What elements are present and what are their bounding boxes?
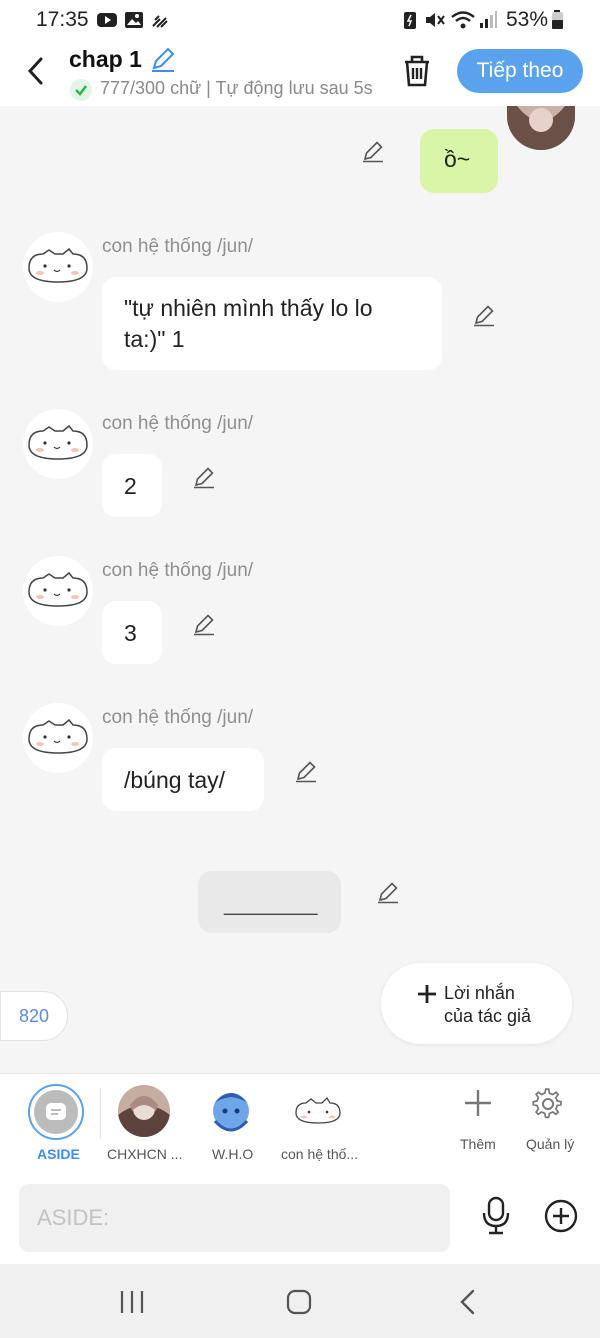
character-avatar-image	[213, 1093, 249, 1132]
plus-icon	[465, 1090, 491, 1116]
sender-name: con hệ thống /jun/	[102, 413, 254, 434]
microphone-icon[interactable]	[480, 1196, 512, 1236]
cat-avatar-icon	[28, 247, 88, 283]
message-line: ta:)" 1	[124, 326, 185, 352]
cat-avatar-icon	[28, 424, 88, 460]
divider	[100, 1088, 101, 1138]
status-time: 17:35	[36, 8, 89, 31]
character-chxhcn[interactable]	[118, 1085, 170, 1137]
saved-check-icon	[70, 79, 92, 101]
gallery-icon	[125, 12, 143, 28]
message-bubble[interactable]: 3	[102, 601, 162, 664]
sender-avatar	[23, 232, 93, 302]
author-note-label-2: của tác giả	[444, 1006, 532, 1026]
cat-avatar-icon	[295, 1096, 341, 1124]
aside-message[interactable]: ________	[198, 871, 341, 933]
character-label: con hệ thố...	[281, 1146, 359, 1162]
outgoing-message[interactable]: ồ~	[420, 129, 498, 193]
status-bar: 17:35 53%	[0, 0, 600, 40]
add-label: Thêm	[460, 1136, 496, 1152]
recent-apps-icon[interactable]	[118, 1288, 146, 1316]
trash-icon[interactable]	[402, 54, 432, 88]
cat-avatar-icon	[28, 571, 88, 607]
mute-icon	[426, 13, 445, 27]
cat-avatar-icon	[28, 718, 88, 754]
edit-title-icon[interactable]	[149, 47, 177, 73]
sender-name: con hệ thống /jun/	[102, 236, 254, 257]
composer-bar	[0, 1174, 600, 1264]
character-aside[interactable]	[28, 1084, 84, 1140]
gear-icon	[532, 1088, 562, 1119]
author-note-button[interactable]: Lời nhắn của tác giả	[381, 963, 572, 1044]
battery-percent: 53%	[505, 8, 548, 31]
home-icon[interactable]	[285, 1288, 313, 1316]
plus-icon	[418, 985, 436, 1003]
author-note-label: Lời nhắn	[444, 983, 515, 1003]
manage-characters-button[interactable]: Quản lý	[520, 1086, 580, 1166]
edit-message-icon[interactable]	[192, 465, 216, 489]
edit-message-icon[interactable]	[294, 759, 318, 783]
word-count-badge[interactable]: 820	[0, 991, 68, 1041]
youtube-icon	[97, 13, 117, 27]
sender-name: con hệ thống /jun/	[102, 707, 254, 728]
chapter-title[interactable]: chap 1	[69, 46, 142, 73]
character-label: W.H.O	[212, 1146, 254, 1162]
next-button[interactable]: Tiếp theo	[457, 49, 583, 93]
signal-icon	[480, 11, 497, 28]
edit-message-icon[interactable]	[472, 303, 496, 327]
wifi-icon	[451, 11, 475, 29]
system-nav-bar	[0, 1264, 600, 1338]
sender-avatar	[23, 703, 93, 773]
character-who[interactable]	[205, 1085, 257, 1137]
word-count-autosave: 777/300 chữ | Tự động lưu sau 5s	[100, 78, 373, 98]
sender-name: con hệ thống /jun/	[102, 560, 254, 581]
aside-icon	[46, 1103, 66, 1120]
sender-avatar	[23, 556, 93, 626]
edit-message-icon[interactable]	[192, 612, 216, 636]
character-label: CHXHCN ...	[107, 1146, 183, 1162]
message-input[interactable]	[19, 1184, 450, 1252]
message-bubble[interactable]: /búng tay/	[102, 748, 264, 811]
message-bubble[interactable]: "tự nhiên mình thấy lo lo ta:)" 1	[102, 277, 442, 370]
back-icon[interactable]	[24, 56, 46, 86]
battery-saver-icon	[404, 12, 416, 29]
character-avatar	[507, 106, 575, 150]
character-label: ASIDE	[37, 1146, 80, 1162]
editor-header: chap 1 777/300 chữ | Tự động lưu sau 5s …	[0, 40, 600, 106]
character-bar: ASIDE CHXHCN ... W.H.O con hệ thố... Thê…	[0, 1073, 600, 1175]
battery-icon	[552, 10, 563, 29]
character-avatar-image	[118, 1085, 170, 1137]
add-circle-icon[interactable]	[544, 1199, 578, 1233]
manage-label: Quản lý	[526, 1136, 575, 1152]
character-con-he-thong[interactable]	[292, 1085, 344, 1137]
message-bubble[interactable]: 2	[102, 454, 162, 517]
nav-back-icon[interactable]	[455, 1288, 481, 1316]
sender-avatar	[23, 409, 93, 479]
edit-message-icon[interactable]	[376, 880, 400, 904]
edit-message-icon[interactable]	[361, 139, 385, 163]
add-character-button[interactable]: Thêm	[455, 1086, 501, 1166]
message-line: "tự nhiên mình thấy lo lo	[124, 295, 373, 321]
sync-icon	[152, 15, 168, 28]
